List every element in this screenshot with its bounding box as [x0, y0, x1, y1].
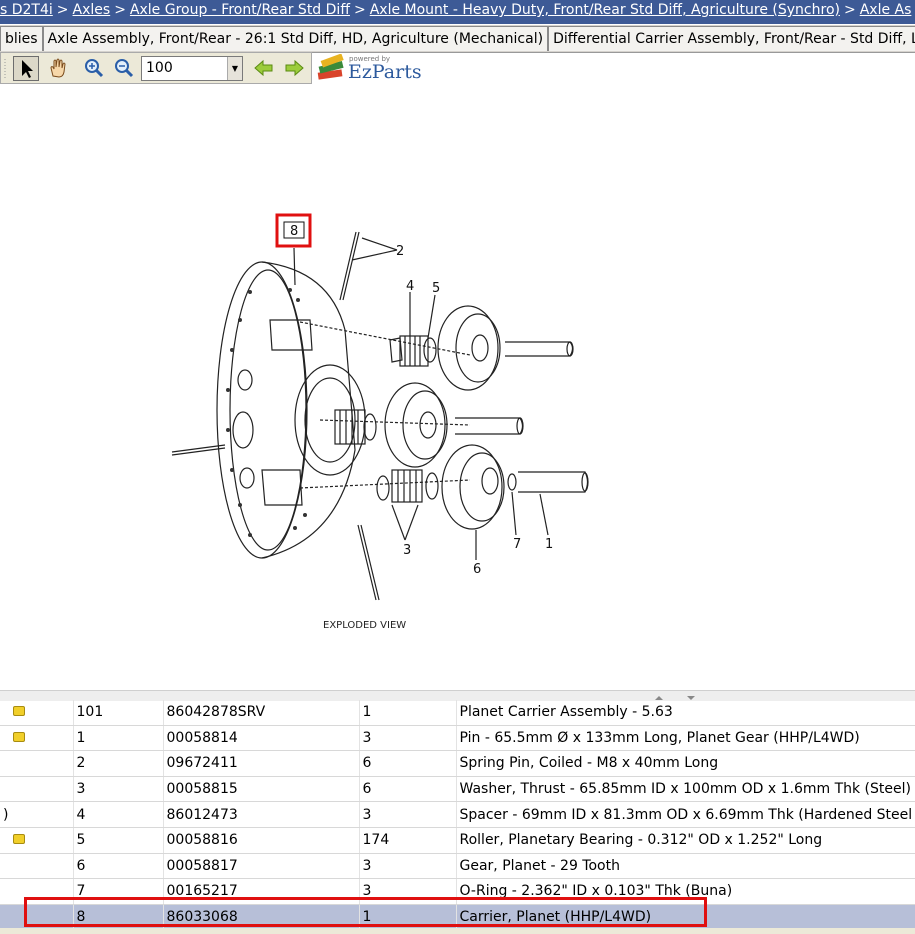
- zoom-out-button[interactable]: [111, 56, 137, 81]
- row-marker-cell: [0, 776, 74, 803]
- books-logo-icon: [317, 54, 344, 80]
- ref-number-cell: 3: [73, 776, 164, 803]
- horizontal-scrollbar[interactable]: [0, 928, 915, 934]
- breadcrumb-item-axle-mount[interactable]: Axle Mount - Heavy Duty, Front/Rear Std …: [370, 2, 840, 18]
- breadcrumb: s D2T4i > Axles > Axle Group - Front/Rear St…: [0, 0, 915, 24]
- breadcrumb-lead[interactable]: s D2T4i: [0, 2, 53, 18]
- description-cell: Roller, Planetary Bearing - 0.312" OD x …: [456, 827, 915, 854]
- back-arrow-icon: [254, 59, 273, 77]
- quantity-cell: 1: [359, 700, 457, 726]
- breadcrumb-separator: >: [353, 2, 366, 18]
- brand-name: EzParts: [348, 61, 422, 83]
- part-number-cell: 00058814: [163, 725, 360, 752]
- ref-number-cell: 5: [73, 827, 164, 854]
- quantity-cell: 6: [359, 750, 457, 777]
- table-row[interactable]: ) 4 86012473 3 Spacer - 69mm ID x 81.3mm OD …: [0, 801, 915, 828]
- table-row[interactable]: 2 09672411 6 Spring Pin, Coiled - M8 x 40mm…: [0, 750, 915, 777]
- ezparts-logo: powered by EzParts: [316, 54, 426, 84]
- callout-6[interactable]: 6: [473, 562, 481, 577]
- callout-4[interactable]: 4: [406, 279, 414, 294]
- ref-number-cell: 101: [73, 700, 164, 726]
- zoom-level-value: 100: [146, 60, 173, 76]
- part-number-cell: 00058815: [163, 776, 360, 803]
- back-button[interactable]: [251, 56, 277, 81]
- row-marker-cell: [0, 700, 74, 726]
- breadcrumb-separator: >: [114, 2, 126, 18]
- note-icon[interactable]: [13, 731, 25, 742]
- part-number-cell: 00058817: [163, 853, 360, 880]
- part-number-cell: 86042878SRV: [163, 700, 360, 726]
- forward-arrow-icon: [285, 59, 304, 77]
- ref-number-cell: 1: [73, 725, 164, 752]
- pan-hand-icon: [50, 58, 66, 78]
- tab-assemblies[interactable]: blies: [0, 26, 43, 51]
- row-marker-cell: [0, 725, 74, 752]
- note-icon[interactable]: [13, 834, 25, 845]
- pan-tool-button[interactable]: [45, 56, 71, 81]
- table-row[interactable]: 101 86042878SRV 1 Planet Carrier Assembly -…: [0, 700, 915, 726]
- quantity-cell: 6: [359, 776, 457, 803]
- breadcrumb-separator: >: [56, 2, 69, 18]
- callout-2[interactable]: 2: [396, 244, 404, 259]
- description-cell: Spring Pin, Coiled - M8 x 40mm Long: [456, 750, 915, 777]
- tab-bar: blies Axle Assembly, Front/Rear - 26:1 St…: [0, 25, 915, 53]
- breadcrumb-item-axles[interactable]: Axles: [73, 2, 111, 18]
- part-number-cell: 00058816: [163, 827, 360, 854]
- row-marker-cell: [0, 827, 74, 854]
- description-cell: Spacer - 69mm ID x 81.3mm OD x 6.69mm Th…: [456, 801, 915, 828]
- callout-8[interactable]: 8: [290, 224, 298, 239]
- select-tool-button[interactable]: [13, 56, 39, 81]
- row-marker-cell: [0, 853, 74, 880]
- callout-5[interactable]: 5: [432, 281, 440, 296]
- viewer-toolbar: 100 ▼: [0, 52, 312, 84]
- row-marker-cell: ): [0, 801, 74, 828]
- breadcrumb-item-axle-assembly[interactable]: Axle As: [860, 2, 912, 18]
- part-number-cell: 09672411: [163, 750, 360, 777]
- chevron-down-icon[interactable]: ▼: [227, 57, 242, 80]
- bearing-roller-stack-middle: [334, 409, 366, 445]
- planet-gear-middle: [384, 382, 448, 468]
- row-marker-cell: [0, 750, 74, 777]
- callout-3[interactable]: 3: [403, 543, 411, 558]
- parts-illustration: 8 2 4 5 3 6 7 1 EXPLODED VIEW: [171, 213, 589, 631]
- table-row[interactable]: 3 00058815 6 Washer, Thrust - 65.85mm ID x …: [0, 776, 915, 803]
- zoom-out-icon: [115, 59, 134, 78]
- note-icon[interactable]: [13, 706, 25, 717]
- select-arrow-icon: [22, 60, 33, 78]
- quantity-cell: 3: [359, 725, 457, 752]
- zoom-level-select[interactable]: 100 ▼: [141, 56, 243, 81]
- table-row[interactable]: 5 00058816 174 Roller, Planetary Bearing - …: [0, 827, 915, 854]
- quantity-cell: 174: [359, 827, 457, 854]
- zoom-in-icon: [85, 59, 104, 78]
- diagram-caption: EXPLODED VIEW: [323, 620, 406, 631]
- table-row[interactable]: 6 00058817 3 Gear, Planet - 29 Tooth: [0, 853, 915, 880]
- planet-gear-bottom: [441, 444, 505, 530]
- table-row[interactable]: 1 00058814 3 Pin - 65.5mm Ø x 133mm Long, P…: [0, 725, 915, 752]
- description-cell: Pin - 65.5mm Ø x 133mm Long, Planet Gear…: [456, 725, 915, 752]
- exploded-view-diagram[interactable]: 8 2 4 5 3 6 7 1 EXPLODED VIEW: [0, 85, 915, 690]
- parts-list-table: 101 86042878SRV 1 Planet Carrier Assembly -…: [0, 700, 915, 931]
- ref-number-cell: 6: [73, 853, 164, 880]
- forward-button[interactable]: [281, 56, 307, 81]
- toolbar-grip: [1, 56, 9, 81]
- bearing-roller-stack-bottom: [391, 469, 423, 503]
- description-cell: Washer, Thrust - 65.85mm ID x 100mm OD x…: [456, 776, 915, 803]
- breadcrumb-separator: >: [843, 2, 856, 18]
- description-cell: Gear, Planet - 29 Tooth: [456, 853, 915, 880]
- row-marker: ): [3, 806, 9, 823]
- description-cell: Planet Carrier Assembly - 5.63: [456, 700, 915, 726]
- quantity-cell: 3: [359, 853, 457, 880]
- selected-row-highlight: [24, 897, 707, 927]
- callout-1[interactable]: 1: [545, 537, 553, 552]
- zoom-in-button[interactable]: [81, 56, 107, 81]
- planet-gear-top: [437, 305, 501, 391]
- tab-differential-carrier[interactable]: Differential Carrier Assembly, Front/Rea…: [548, 26, 915, 51]
- ref-number-cell: 4: [73, 801, 164, 828]
- tab-axle-assembly[interactable]: Axle Assembly, Front/Rear - 26:1 Std Dif…: [42, 26, 549, 51]
- quantity-cell: 3: [359, 801, 457, 828]
- ref-number-cell: 2: [73, 750, 164, 777]
- part-number-cell: 86012473: [163, 801, 360, 828]
- breadcrumb-item-axle-group[interactable]: Axle Group - Front/Rear Std Diff: [130, 2, 350, 18]
- callout-7[interactable]: 7: [513, 537, 521, 552]
